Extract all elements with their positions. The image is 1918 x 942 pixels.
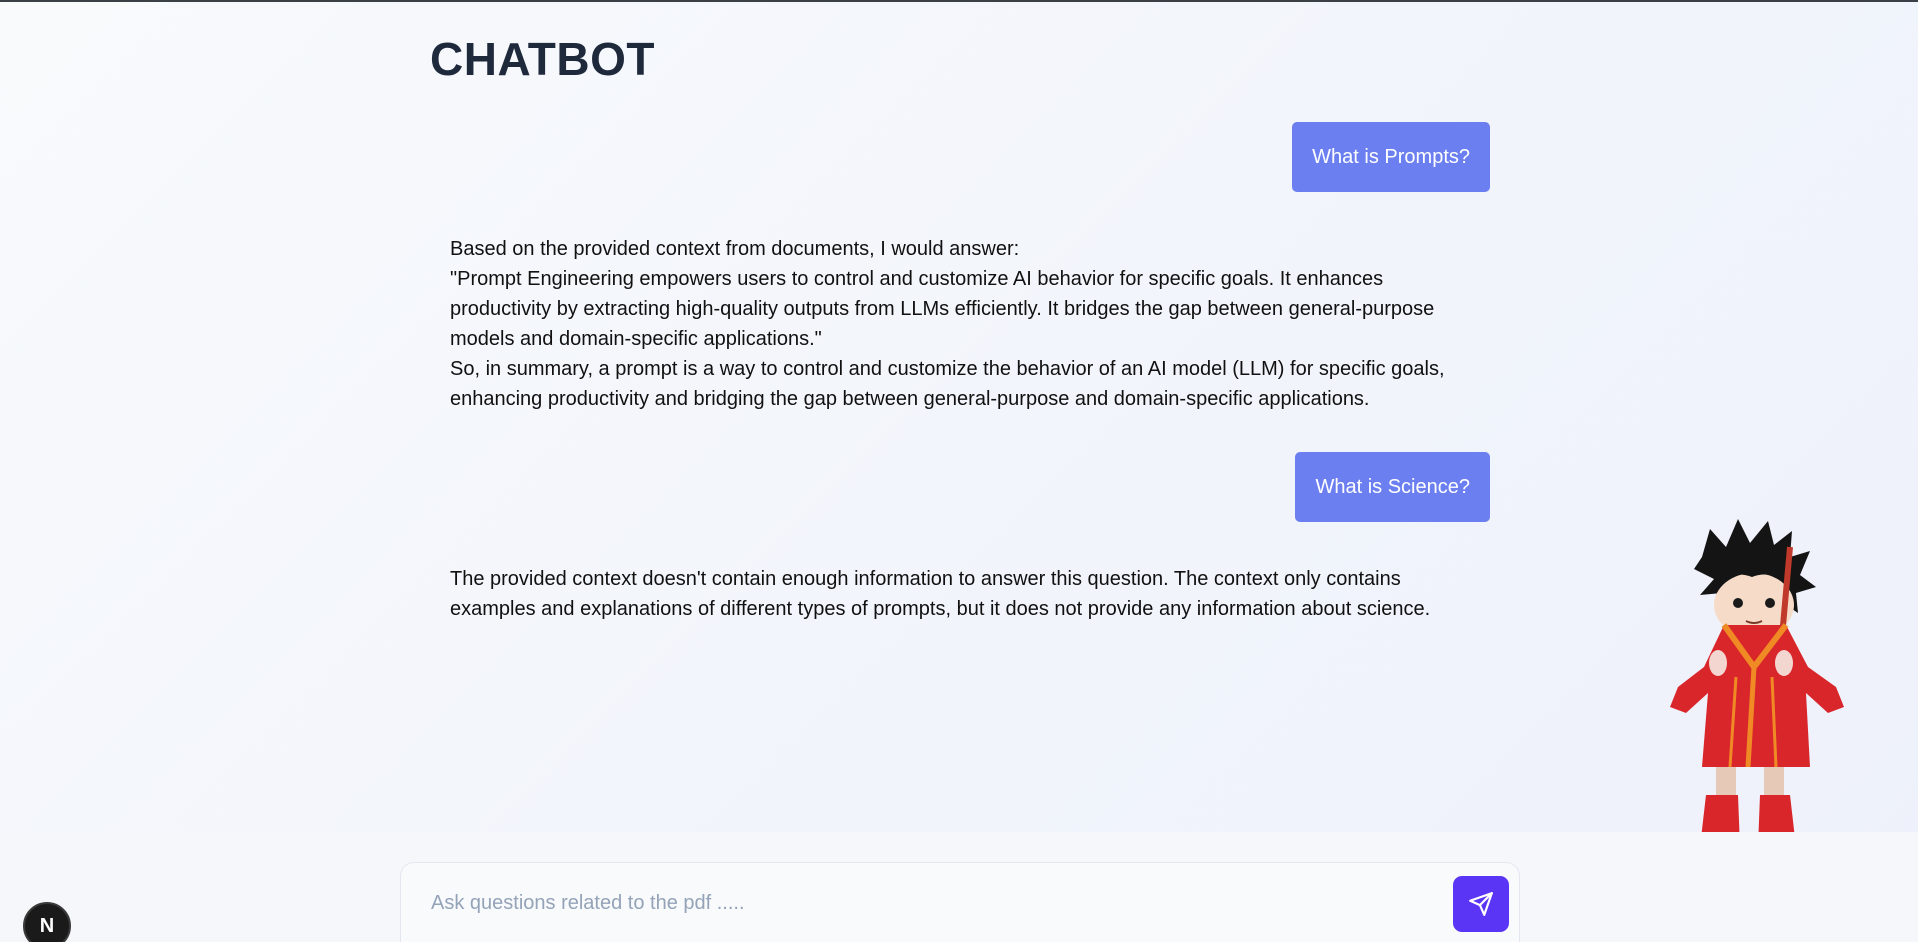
dev-badge-letter: N	[39, 914, 55, 937]
question-input[interactable]	[431, 883, 1421, 923]
mascot-character-image	[1670, 519, 1844, 847]
page-title: CHATBOT	[430, 33, 655, 85]
bot-message: The provided context doesn't contain eno…	[450, 564, 1460, 624]
send-button[interactable]	[1453, 876, 1509, 932]
bot-message-line: Based on the provided context from docum…	[450, 238, 1020, 260]
paper-plane-icon	[1469, 892, 1493, 916]
bot-message-line: "Prompt Engineering empowers users to co…	[450, 268, 1435, 350]
bot-message-line: The provided context doesn't contain eno…	[450, 568, 1431, 620]
user-message: What is Science?	[1295, 452, 1490, 522]
bot-message: Based on the provided context from docum…	[450, 234, 1460, 414]
user-message: What is Prompts?	[1292, 122, 1490, 192]
composer	[400, 862, 1520, 942]
dev-tools-badge[interactable]: N	[23, 902, 71, 942]
bot-message-line: So, in summary, a prompt is a way to con…	[450, 358, 1445, 410]
